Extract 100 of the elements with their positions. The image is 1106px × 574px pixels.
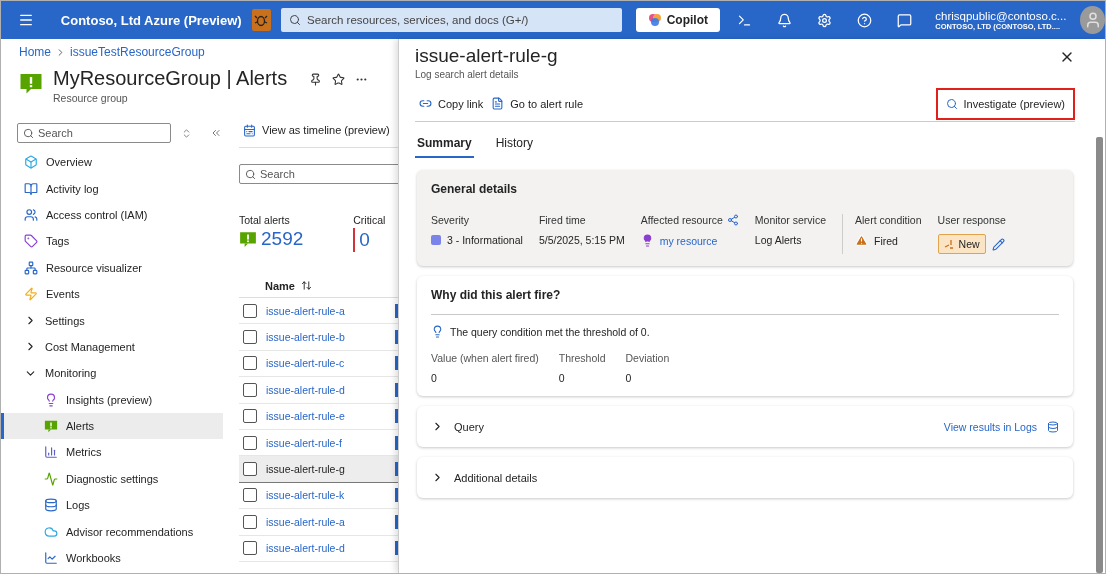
nav-group[interactable]: Settings [1, 307, 223, 334]
row-checkbox[interactable] [243, 382, 257, 397]
column-header[interactable]: Name [265, 279, 295, 292]
breadcrumb-link[interactable]: Home [19, 45, 51, 59]
action-button[interactable]: Copy link [415, 90, 488, 117]
alert-row[interactable]: issue-alert-rule-c [239, 350, 398, 378]
row-checkbox[interactable] [243, 514, 257, 529]
collapse-icon[interactable] [210, 127, 222, 139]
account-name[interactable]: chrisqpublic@contoso.c... [935, 9, 1067, 22]
critical-bar [353, 228, 356, 252]
avatar[interactable] [1080, 6, 1105, 34]
alert-link[interactable]: issue-alert-rule-k [266, 489, 386, 502]
field-label: Monitor service [754, 214, 826, 226]
nav-item[interactable]: Tags [1, 228, 223, 255]
logs-link[interactable]: View results in Logs [943, 420, 1037, 433]
share-icon[interactable] [726, 214, 739, 226]
metric-label: Threshold [558, 352, 606, 364]
field-label: User response [937, 214, 1006, 226]
alert-link[interactable]: issue-alert-rule-g [266, 463, 386, 476]
metric-label: Value (when alert fired) [431, 352, 539, 364]
severity-bar [395, 356, 398, 371]
sort-icon[interactable] [300, 280, 312, 291]
alert-row[interactable]: issue-alert-rule-k [239, 482, 398, 510]
summary-label: Total alerts [239, 214, 291, 226]
nav-item[interactable]: Overview [1, 149, 223, 176]
nav-group[interactable]: Monitoring [1, 360, 223, 387]
alert-link[interactable]: issue-alert-rule-f [266, 436, 386, 449]
resource-link[interactable]: my resource [659, 234, 718, 247]
search-icon [23, 127, 34, 139]
alert-row[interactable]: issue-alert-rule-a [239, 298, 398, 325]
field-value: Log Alerts [754, 234, 803, 246]
severity-bar [395, 382, 398, 397]
row-checkbox[interactable] [243, 330, 257, 345]
row-checkbox[interactable] [243, 409, 257, 424]
metric-value: 0 [625, 372, 633, 384]
copilot-button[interactable]: Copilot [635, 8, 720, 32]
alert-row[interactable]: issue-alert-rule-b [239, 324, 398, 351]
row-checkbox[interactable] [243, 462, 257, 477]
alert-row[interactable]: issue-alert-rule-e [239, 403, 398, 430]
nav-item[interactable]: Activity log [1, 175, 223, 202]
nav-item[interactable]: Resource visualizer [1, 254, 223, 281]
metric-value: 0 [558, 372, 566, 384]
page-title: MyResourceGroup | Alerts [53, 67, 288, 90]
link-icon [419, 97, 432, 110]
row-checkbox[interactable] [243, 356, 257, 371]
breadcrumb-link[interactable]: issueTestResourceGroup [70, 45, 205, 59]
alerts-icon [19, 71, 43, 95]
nav-item[interactable]: Workbooks [1, 544, 223, 572]
alert-row[interactable]: issue-alert-rule-g [239, 456, 398, 483]
alert-link[interactable]: issue-alert-rule-a [266, 515, 386, 528]
row-checkbox[interactable] [243, 435, 257, 450]
search-field[interactable]: Search [239, 164, 398, 184]
investigate-button[interactable]: Investigate (preview) [935, 87, 1075, 120]
page-subtitle: Resource group [53, 92, 129, 104]
alert-link[interactable]: issue-alert-rule-d [266, 542, 386, 555]
field-label: Alert condition [855, 214, 922, 226]
search-field[interactable]: Search [17, 123, 171, 143]
field-label: Severity [431, 214, 469, 226]
nav-item[interactable]: Diagnostic settings [1, 465, 223, 493]
timeline-button[interactable]: View as timeline (preview) [239, 117, 398, 143]
nav-item[interactable]: Events [1, 280, 223, 308]
alert-link[interactable]: issue-alert-rule-c [266, 357, 386, 370]
nav-item[interactable]: Alerts [1, 412, 223, 440]
alerts-icon [239, 230, 257, 248]
section-title[interactable]: Additional details [454, 471, 538, 484]
star-icon[interactable] [332, 73, 346, 86]
alert-link[interactable]: issue-alert-rule-e [266, 410, 386, 423]
response-badge[interactable]: New [937, 234, 986, 254]
tab[interactable]: History [493, 132, 536, 158]
alert-link[interactable]: issue-alert-rule-a [266, 304, 386, 317]
severity-bar [395, 330, 398, 345]
field-value: Fired [874, 234, 898, 247]
alert-row[interactable]: issue-alert-rule-a [239, 509, 398, 536]
action-button[interactable]: Go to alert rule [487, 90, 587, 117]
nav-item[interactable]: Insights (preview) [1, 386, 223, 413]
nav-item[interactable]: Logs [1, 492, 223, 519]
section-title[interactable]: Query [454, 420, 484, 433]
bug-icon[interactable] [251, 9, 271, 31]
edit-icon[interactable] [991, 237, 1005, 251]
severity-bar [395, 488, 398, 503]
alerts-icon [44, 419, 58, 434]
search-field[interactable]: Search resources, services, and docs (G+/) [280, 8, 622, 32]
pin-icon[interactable] [309, 73, 323, 86]
nav-group[interactable]: Cost Management [1, 333, 223, 361]
warning-icon [855, 234, 868, 247]
why-message: The query condition met the threshold of 0. [450, 325, 650, 338]
alert-link[interactable]: issue-alert-rule-b [266, 331, 386, 344]
nav-item[interactable]: Advisor recommendations [1, 518, 223, 545]
copilot-icon [647, 13, 662, 27]
alert-row[interactable]: issue-alert-rule-d [239, 377, 398, 404]
tab[interactable]: Summary [415, 132, 474, 158]
search-icon [245, 168, 256, 180]
row-checkbox[interactable] [243, 541, 257, 556]
row-checkbox[interactable] [243, 303, 257, 318]
nav-item[interactable]: Metrics [1, 439, 223, 466]
severity-bar [395, 514, 398, 529]
nav-item[interactable]: Access control (IAM) [1, 201, 223, 229]
alert-row[interactable]: issue-alert-rule-d [239, 535, 398, 562]
alert-link[interactable]: issue-alert-rule-d [266, 383, 386, 396]
row-checkbox[interactable] [243, 488, 257, 503]
